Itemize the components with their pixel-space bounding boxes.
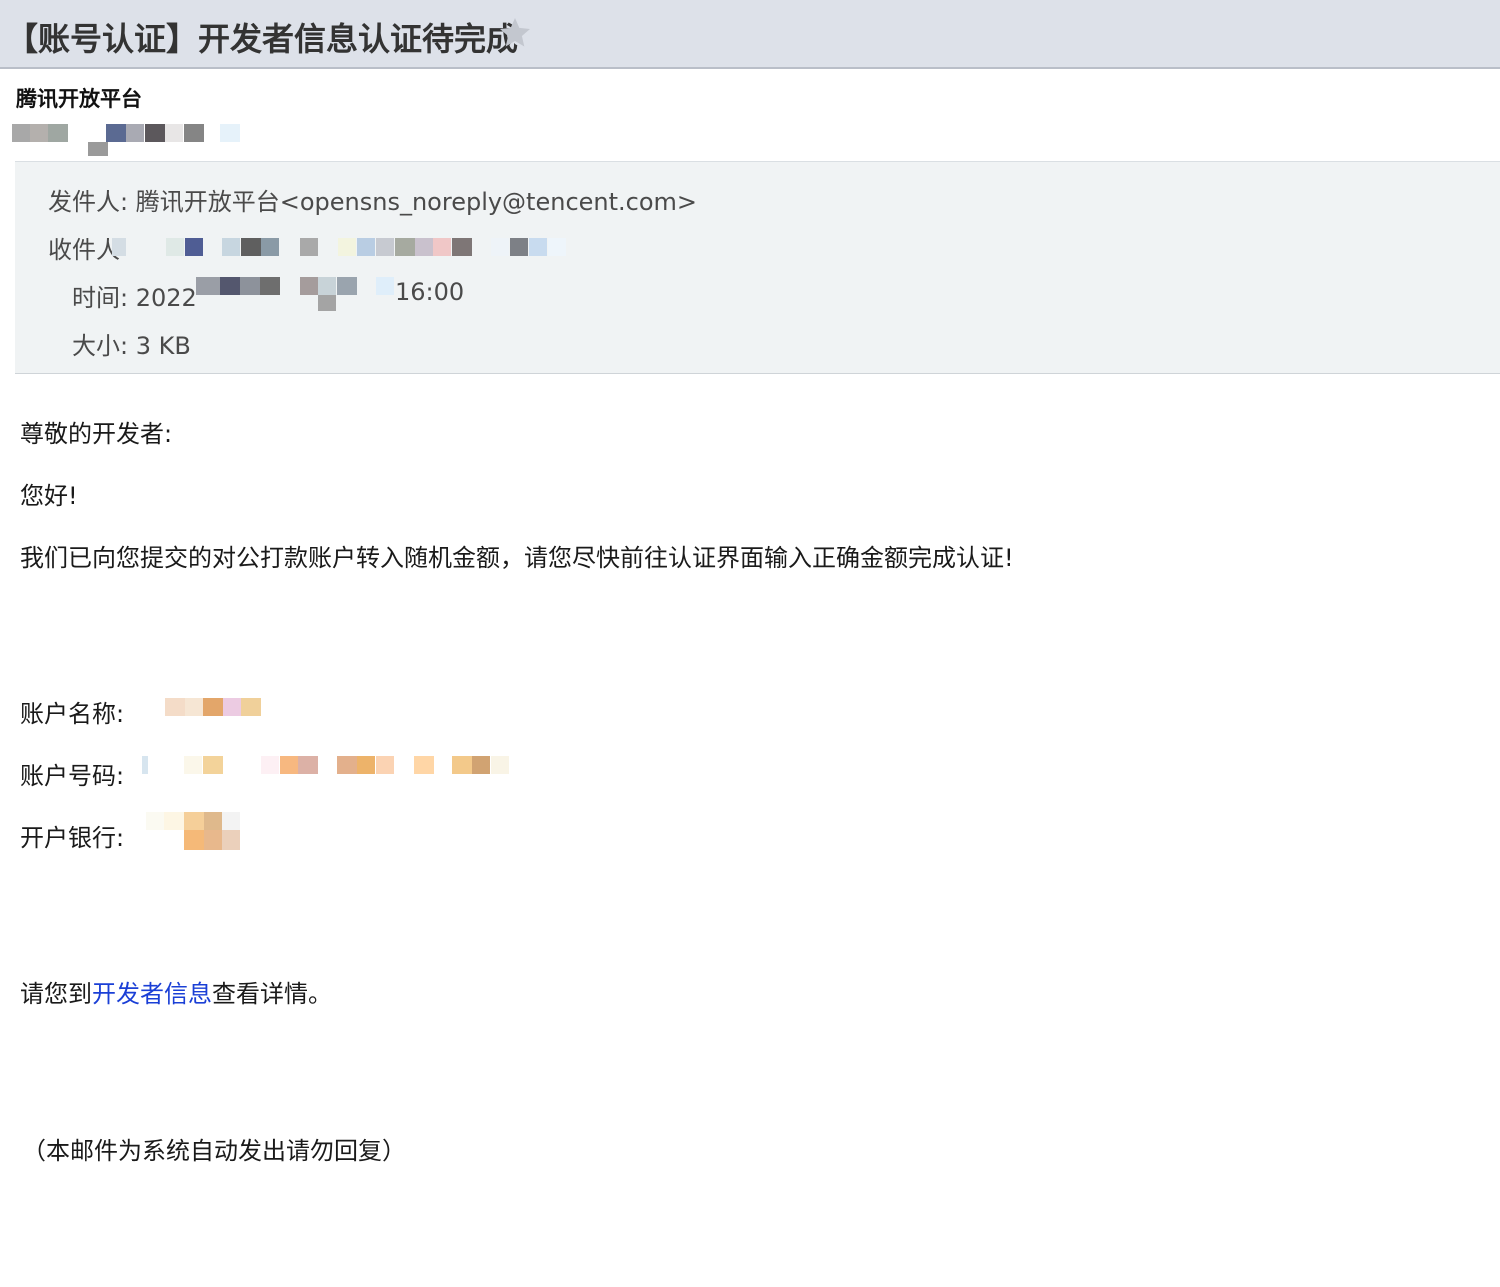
account-number-label: 账户号码: bbox=[20, 762, 125, 790]
email-subject: 【账号认证】开发者信息认证待完成 bbox=[6, 20, 519, 58]
to-label: 收件人 bbox=[48, 236, 120, 264]
from-value[interactable]: 腾讯开放平台<opensns_noreply@tencent.com> bbox=[136, 188, 697, 216]
time-suffix: 16:00 bbox=[395, 278, 465, 306]
time-prefix: 2022 bbox=[135, 284, 197, 312]
size-row: 大小: 3 KB bbox=[72, 326, 191, 361]
email-meta-panel: 发件人: 腾讯开放平台<opensns_noreply@tencent.com>… bbox=[15, 161, 1500, 374]
size-label: 大小: bbox=[72, 332, 129, 360]
subject-bar: 【账号认证】开发者信息认证待完成 bbox=[0, 0, 1500, 69]
hello: 您好! bbox=[20, 482, 78, 510]
size-value: 3 KB bbox=[135, 332, 191, 360]
details-line: 请您到开发者信息查看详情。 bbox=[20, 974, 332, 1009]
time-label: 时间: bbox=[72, 284, 129, 312]
star-icon[interactable] bbox=[497, 15, 533, 51]
bank-label: 开户银行: bbox=[20, 824, 125, 852]
from-row: 发件人: 腾讯开放平台<opensns_noreply@tencent.com> bbox=[48, 182, 697, 217]
from-label: 发件人: bbox=[48, 188, 129, 216]
message: 我们已向您提交的对公打款账户转入随机金额，请您尽快前往认证界面输入正确金额完成认… bbox=[20, 544, 1014, 572]
footer-note: （本邮件为系统自动发出请勿回复） bbox=[22, 1137, 406, 1165]
sender-name[interactable]: 腾讯开放平台 bbox=[16, 83, 142, 113]
developer-info-link[interactable]: 开发者信息 bbox=[92, 980, 212, 1008]
details-prefix: 请您到 bbox=[20, 980, 92, 1008]
account-name-label: 账户名称: bbox=[20, 700, 125, 728]
time-row: 时间: 2022 bbox=[72, 278, 197, 313]
details-suffix: 查看详情。 bbox=[212, 980, 332, 1008]
greeting: 尊敬的开发者: bbox=[20, 420, 173, 448]
to-row: 收件人 bbox=[48, 230, 120, 265]
